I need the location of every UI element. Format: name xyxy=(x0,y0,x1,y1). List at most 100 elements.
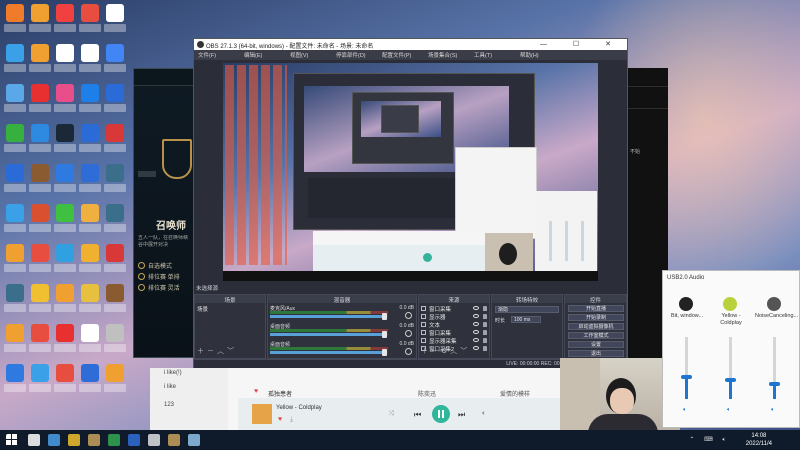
volume-icon[interactable]: 🔈︎ xyxy=(482,410,486,418)
desktop-icon[interactable] xyxy=(52,162,78,196)
lock-icon[interactable] xyxy=(483,322,487,327)
league-mode-2[interactable]: 排位赛 灵活 xyxy=(138,283,180,292)
lock-icon[interactable] xyxy=(483,306,487,311)
volume-slider[interactable] xyxy=(382,313,388,320)
menu-item[interactable]: 配置文件(P) xyxy=(382,51,411,59)
lock-icon[interactable] xyxy=(483,330,487,335)
source-item[interactable]: 显示器采集 xyxy=(421,337,487,345)
visibility-icon[interactable] xyxy=(473,338,479,342)
desktop-icon[interactable] xyxy=(2,362,28,396)
visibility-icon[interactable] xyxy=(473,322,479,326)
desktop-icon[interactable] xyxy=(27,2,53,36)
control-button[interactable]: 退出 xyxy=(568,350,624,357)
obs-preview[interactable] xyxy=(223,63,598,281)
desktop-icon[interactable] xyxy=(2,242,28,276)
desktop-icon[interactable] xyxy=(27,322,53,356)
league-mode-0[interactable]: 自选模式 xyxy=(138,261,172,270)
desktop-icon[interactable] xyxy=(27,82,53,116)
desktop-icon[interactable] xyxy=(2,82,28,116)
taskbar-app-icon[interactable] xyxy=(48,434,60,446)
league-mode-1[interactable]: 排位赛 单排 xyxy=(138,272,180,281)
desktop-icon[interactable] xyxy=(52,2,78,36)
mute-icon[interactable] xyxy=(405,348,412,355)
desktop-icon[interactable] xyxy=(102,362,128,396)
desktop-icon[interactable] xyxy=(77,42,103,76)
source-item[interactable]: 窗口采集 xyxy=(421,305,487,313)
menu-item[interactable]: 帮助(H) xyxy=(520,51,539,59)
taskbar-app-icon[interactable] xyxy=(168,434,180,446)
taskbar-app-icon[interactable] xyxy=(128,434,140,446)
desktop-icon[interactable] xyxy=(77,322,103,356)
desktop-icon[interactable] xyxy=(77,362,103,396)
source-buttons[interactable]: ＋－⚙︿﹀ xyxy=(421,346,470,356)
volume-slider[interactable] xyxy=(382,349,388,356)
menu-item[interactable]: 编辑(E) xyxy=(244,51,262,59)
menu-item[interactable]: 停靠部件(D) xyxy=(336,51,366,59)
taskbar-app-icon[interactable] xyxy=(108,434,120,446)
desktop-icon[interactable] xyxy=(2,202,28,236)
desktop-icon[interactable] xyxy=(2,2,28,36)
desktop-icon[interactable] xyxy=(2,282,28,316)
mute-icon[interactable] xyxy=(405,330,412,337)
speaker-icon[interactable]: 🔈︎ xyxy=(771,407,775,414)
desktop-icon[interactable] xyxy=(77,82,103,116)
start-icon[interactable] xyxy=(6,434,18,446)
taskbar-app-icon[interactable] xyxy=(188,434,200,446)
desktop-icon[interactable] xyxy=(77,162,103,196)
desktop-icon[interactable] xyxy=(77,202,103,236)
desktop-icon[interactable] xyxy=(2,42,28,76)
playlist-item[interactable]: i like xyxy=(164,384,176,390)
desktop-icon[interactable] xyxy=(102,82,128,116)
taskbar-app-icon[interactable] xyxy=(68,434,80,446)
shuffle-icon[interactable]: ⤨ xyxy=(388,410,394,418)
desktop-icon[interactable] xyxy=(77,2,103,36)
desktop-icon[interactable] xyxy=(77,242,103,276)
playlist-item[interactable]: i like(!) xyxy=(164,370,182,376)
desktop-icon[interactable] xyxy=(27,202,53,236)
source-item[interactable]: 显示器 xyxy=(421,313,487,321)
desktop-icon[interactable] xyxy=(52,202,78,236)
desktop-icon[interactable] xyxy=(27,122,53,156)
desktop-icon[interactable] xyxy=(2,122,28,156)
speaker-icon[interactable]: 🔈︎ xyxy=(727,407,731,414)
desktop-icon[interactable] xyxy=(102,242,128,276)
scene-buttons[interactable]: ＋－︿﹀ xyxy=(197,346,237,356)
download-icon[interactable]: ⤓ xyxy=(290,416,293,424)
desktop-icon[interactable] xyxy=(52,42,78,76)
source-item[interactable]: 窗口采集 xyxy=(421,329,487,337)
desktop-icon[interactable] xyxy=(52,322,78,356)
taskbar-clock[interactable]: 14:08 2022/11/4 xyxy=(746,432,772,448)
desktop-icon[interactable] xyxy=(27,162,53,196)
desktop-icon[interactable] xyxy=(77,122,103,156)
visibility-icon[interactable] xyxy=(473,330,479,334)
desktop-icon[interactable] xyxy=(52,242,78,276)
scene-item[interactable]: 场景 xyxy=(197,305,208,313)
next-icon[interactable]: ⏭ xyxy=(458,410,465,420)
desktop-icon[interactable] xyxy=(2,162,28,196)
desktop-icon[interactable] xyxy=(2,322,28,356)
desktop-icon[interactable] xyxy=(102,42,128,76)
control-button[interactable]: 设置 xyxy=(568,341,624,348)
visibility-icon[interactable] xyxy=(473,314,479,318)
duration-input[interactable]: 100 ms xyxy=(511,316,541,323)
desktop-icon[interactable] xyxy=(27,42,53,76)
volume-slider[interactable] xyxy=(725,378,736,383)
heart-icon[interactable]: ♥ xyxy=(254,388,258,395)
control-button[interactable]: 开始录制 xyxy=(568,314,624,321)
lock-icon[interactable] xyxy=(483,346,487,351)
desktop-icon[interactable] xyxy=(52,362,78,396)
volume-slider[interactable] xyxy=(382,331,388,338)
control-button[interactable]: 开始直播 xyxy=(568,305,624,312)
menu-item[interactable]: 工具(T) xyxy=(474,51,492,59)
desktop-icon[interactable] xyxy=(102,282,128,316)
desktop-icon[interactable] xyxy=(27,362,53,396)
visibility-icon[interactable] xyxy=(473,306,479,310)
track-row[interactable]: ♥ 孤独患者 陈奕迅 爱情的模样 xyxy=(238,388,560,398)
control-button[interactable]: 工作室模式 xyxy=(568,332,624,339)
desktop-icon[interactable] xyxy=(77,282,103,316)
taskbar-app-icon[interactable] xyxy=(88,434,100,446)
pause-button[interactable] xyxy=(432,405,450,423)
menu-item[interactable]: 场景集合(S) xyxy=(428,51,457,59)
source-item[interactable]: 文本 xyxy=(421,321,487,329)
desktop-icon[interactable] xyxy=(102,202,128,236)
